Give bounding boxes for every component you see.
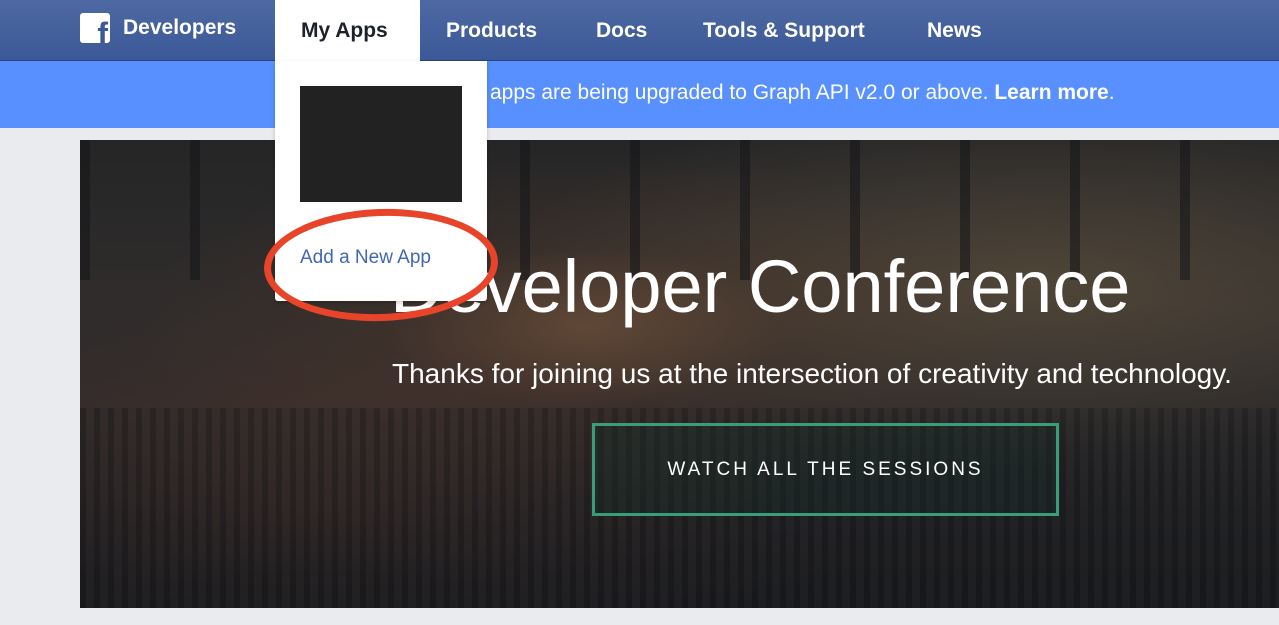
learn-more-link[interactable]: Learn more [994, 81, 1108, 104]
app-thumbnail[interactable] [300, 86, 462, 202]
nav-tools-support[interactable]: Tools & Support [703, 0, 865, 61]
hero-banner: Developer Conference Thanks for joining … [80, 140, 1279, 608]
nav-products[interactable]: Products [446, 0, 537, 61]
banner-message: apps are being upgraded to Graph API v2.… [490, 81, 1115, 105]
top-navigation: f Developers My Apps Products Docs Tools… [0, 0, 1279, 61]
developers-home-link[interactable]: f Developers [80, 12, 236, 44]
banner-suffix: . [1108, 81, 1115, 104]
banner-text: apps are being upgraded to Graph API v2.… [490, 81, 989, 104]
nav-docs[interactable]: Docs [596, 0, 647, 61]
brand-label: Developers [123, 16, 237, 39]
nav-news[interactable]: News [927, 0, 982, 61]
watch-sessions-button[interactable]: WATCH ALL THE SESSIONS [592, 423, 1059, 516]
facebook-f-icon: f [80, 13, 110, 43]
nav-my-apps[interactable]: My Apps [275, 0, 420, 61]
hero-title: Developer Conference [390, 245, 1131, 328]
announcement-banner: apps are being upgraded to Graph API v2.… [0, 61, 1279, 128]
hero-subtitle: Thanks for joining us at the intersectio… [392, 358, 1232, 389]
